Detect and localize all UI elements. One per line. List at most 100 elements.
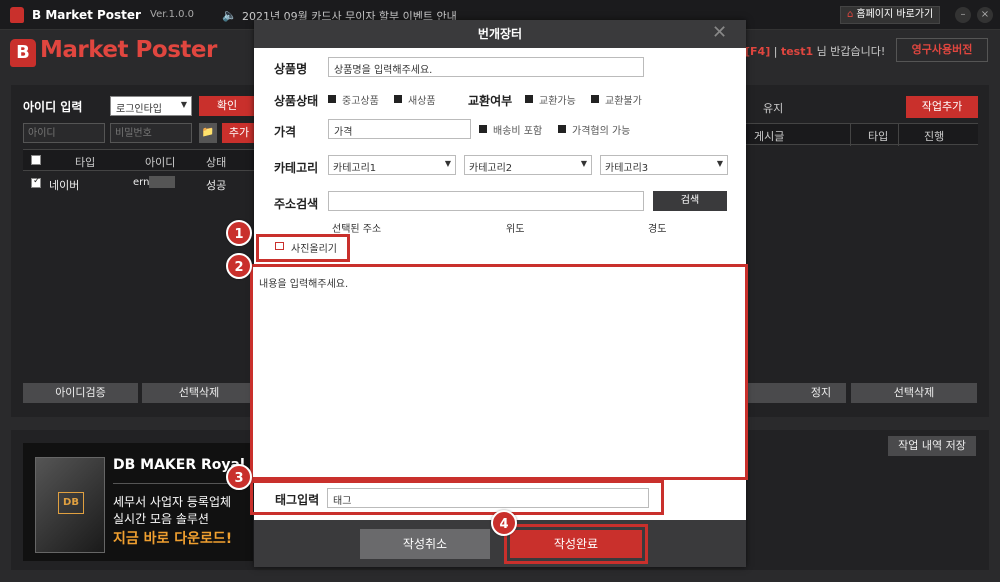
row-id: ern xyxy=(133,177,150,188)
image-icon xyxy=(275,242,284,250)
callout-badge: 3 xyxy=(226,464,252,490)
chevron-down-icon: ▼ xyxy=(444,159,451,168)
cancel-button[interactable]: 작성취소 xyxy=(360,529,490,559)
ad-cta: 지금 바로 다운로드! xyxy=(113,531,233,547)
listing-dialog: 번개장터 ✕ 상품명 상품명을 입력해주세요. 상품상태 중고상품 새상품 교환… xyxy=(250,20,748,567)
welcome-user: test1 xyxy=(780,45,814,58)
exchange-checkbox[interactable] xyxy=(525,95,533,103)
id-input[interactable] xyxy=(23,123,105,143)
add-work-button[interactable]: 작업추가 xyxy=(906,96,978,118)
app-title: B Market Poster xyxy=(32,8,141,22)
address-search-button[interactable]: 검색 xyxy=(653,191,727,211)
select-all-checkbox[interactable] xyxy=(31,155,41,165)
tag-input[interactable]: 태그 xyxy=(327,488,649,508)
exchange-label: 교환여부 xyxy=(468,94,513,108)
work-delete-selected-button[interactable]: 선택삭제 xyxy=(851,383,977,403)
homepage-label: 홈페이지 바로가기 xyxy=(856,9,934,20)
dialog-close-icon[interactable]: ✕ xyxy=(712,22,727,43)
callout-badge: 4 xyxy=(491,510,517,536)
submit-button[interactable]: 작성완료 xyxy=(510,530,642,558)
column-header: 진행 xyxy=(924,130,945,143)
homepage-button[interactable]: ⌂ 홈페이지 바로가기 xyxy=(840,6,941,24)
login-type-select[interactable]: 로그인타입 ▼ xyxy=(110,96,192,116)
column-header: 상태 xyxy=(206,156,227,169)
category-select-3[interactable]: 카테고리3 ▼ xyxy=(600,155,728,175)
tag-label: 태그입력 xyxy=(275,493,320,507)
save-log-button[interactable]: 작업 내역 저장 xyxy=(888,436,976,456)
ad-product-name: DB MAKER Royal xyxy=(113,457,245,473)
column-header: 타입 xyxy=(75,156,96,169)
price-input[interactable]: 가격 xyxy=(328,119,471,139)
verify-id-button[interactable]: 아이디검증 xyxy=(23,383,138,403)
confirm-button[interactable]: 확인 xyxy=(199,96,255,116)
login-type-value: 로그인타입 xyxy=(116,104,162,115)
close-window-button[interactable]: × xyxy=(977,7,993,23)
app-logo-icon xyxy=(10,7,24,23)
latitude-label: 위도 xyxy=(506,224,525,235)
content-textarea[interactable]: 내용을 입력해주세요. xyxy=(259,275,348,290)
dialog-title: 번개장터 xyxy=(254,20,746,48)
delete-selected-button[interactable]: 선택삭제 xyxy=(142,383,256,403)
brand-logo-icon: B xyxy=(10,39,36,67)
account-table-header: 타입 아이디 상태 xyxy=(23,149,256,171)
exchange-checkbox[interactable] xyxy=(591,95,599,103)
column-header: 게시글 xyxy=(754,130,785,143)
minimize-button[interactable]: – xyxy=(955,7,971,23)
folder-icon[interactable]: 📁 xyxy=(199,123,217,143)
row-type: 네이버 xyxy=(49,179,80,192)
photo-upload-button[interactable]: 사진올리기 xyxy=(291,240,337,255)
add-account-button[interactable]: 추가 xyxy=(222,123,256,143)
condition-label: 상품상태 xyxy=(274,94,319,108)
callout-box-content: 내용을 입력해주세요. xyxy=(250,264,748,480)
callout-badge: 2 xyxy=(226,253,252,279)
column-header: 아이디 xyxy=(145,156,176,169)
address-input[interactable] xyxy=(328,191,644,211)
password-input[interactable] xyxy=(110,123,192,143)
address-label: 주소검색 xyxy=(274,197,319,211)
row-checkbox[interactable] xyxy=(31,176,41,188)
condition-checkbox[interactable] xyxy=(328,95,336,103)
price-checkbox[interactable] xyxy=(479,125,487,133)
callout-box-submit: 작성완료 xyxy=(504,524,648,564)
category-label: 카테고리 xyxy=(274,161,319,175)
product-box-logo: DB xyxy=(58,492,84,514)
account-panel-title: 아이디 입력 xyxy=(23,100,83,114)
welcome-message: [F4] | test1 님 반갑습니다! xyxy=(745,43,885,59)
longitude-label: 경도 xyxy=(648,224,667,235)
column-header: 타입 xyxy=(868,130,889,143)
condition-option: 새상품 xyxy=(408,96,436,107)
category-value: 카테고리2 xyxy=(469,163,513,174)
welcome-suffix: 님 반갑습니다! xyxy=(816,45,886,58)
chevron-down-icon: ▼ xyxy=(580,159,587,168)
version-label: Ver.1.0.0 xyxy=(150,9,195,20)
welcome-tag: [F4] xyxy=(745,45,771,58)
speaker-icon: 🔈 xyxy=(222,8,237,22)
ad-line-2: 실시간 모음 솔루션 xyxy=(113,512,209,526)
price-option: 가격협의 가능 xyxy=(572,126,631,137)
product-box-image: DB xyxy=(35,457,105,553)
category-select-2[interactable]: 카테고리2 ▼ xyxy=(464,155,592,175)
callout-box-photo: 사진올리기 xyxy=(256,234,350,262)
price-label: 가격 xyxy=(274,125,297,139)
stop-button[interactable]: 정지 xyxy=(746,383,846,403)
brand-title: Market Poster xyxy=(40,37,217,63)
chevron-down-icon: ▼ xyxy=(180,100,187,109)
exchange-option: 교환가능 xyxy=(539,96,576,107)
category-value: 카테고리3 xyxy=(605,163,649,174)
work-panel-label: 유지 xyxy=(763,102,784,115)
category-select-1[interactable]: 카테고리1 ▼ xyxy=(328,155,456,175)
exchange-option: 교환불가 xyxy=(605,96,642,107)
selected-address-label: 선택된 주소 xyxy=(332,224,382,235)
condition-checkbox[interactable] xyxy=(394,95,402,103)
price-checkbox[interactable] xyxy=(558,125,566,133)
chevron-down-icon: ▼ xyxy=(716,159,723,168)
license-button[interactable]: 영구사용버전 xyxy=(896,38,988,62)
callout-box-tag: 태그입력 태그 xyxy=(250,480,664,515)
home-icon: ⌂ xyxy=(847,9,854,20)
blurred-id xyxy=(149,176,175,188)
table-row[interactable]: 네이버 ern 성공 xyxy=(23,172,256,194)
divider xyxy=(898,124,899,146)
ad-banner[interactable]: DB DB MAKER Royal 세무서 사업자 등록업체 실시간 모음 솔루… xyxy=(23,443,253,561)
product-name-input[interactable]: 상품명을 입력해주세요. xyxy=(328,57,644,77)
ad-line-1: 세무서 사업자 등록업체 xyxy=(113,495,232,509)
